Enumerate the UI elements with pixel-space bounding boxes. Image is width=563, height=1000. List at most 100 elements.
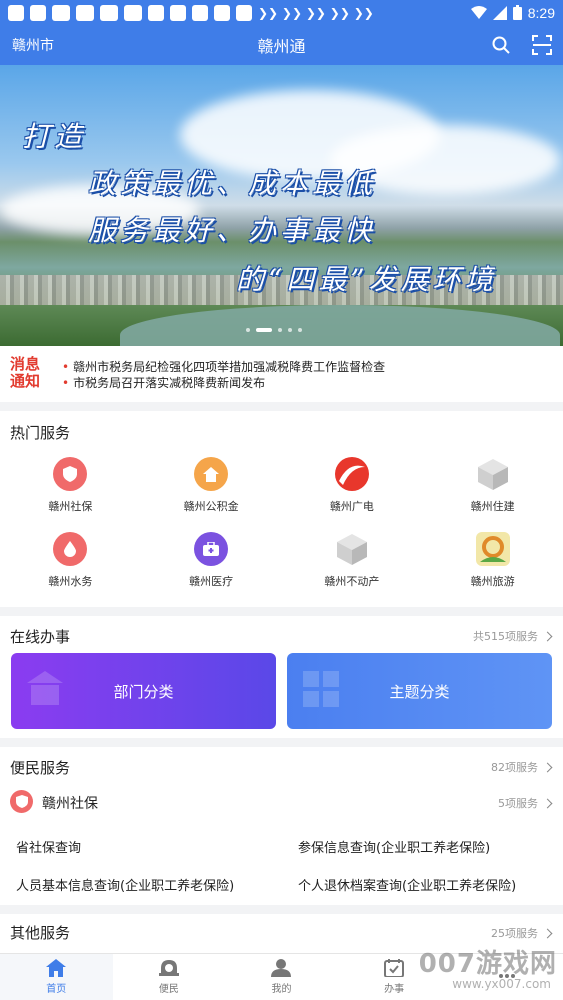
cube-icon — [335, 532, 369, 566]
app-notification-icon — [170, 4, 186, 21]
medical-kit-icon — [194, 532, 229, 566]
home-icon — [46, 959, 67, 977]
carousel-dot[interactable] — [298, 328, 302, 332]
service-item[interactable]: 人员基本信息查询(企业职工养老保险) — [0, 865, 282, 903]
river-shape — [120, 305, 560, 346]
service-item-list: 省社保查询 参保信息查询(企业职工养老保险) 人员基本信息查询(企业职工养老保险… — [0, 827, 563, 903]
chevron-right-icon — [542, 798, 553, 808]
banner-slogan-line: 政策最优、成本最低 — [88, 167, 377, 200]
notification-icons: ❯❯ ❯❯ ❯❯ ❯❯ ❯❯ — [8, 4, 374, 21]
chevron-right-icon — [542, 631, 553, 641]
news-ticker[interactable]: 消息 通知 赣州市税务局纪检强化四项举措加强减税降费工作监督检查 市税务局召开落… — [0, 346, 563, 402]
wifi-icon — [470, 5, 487, 19]
app-notification-icon — [52, 4, 70, 21]
watermark-url: www.yx007.com — [452, 977, 551, 991]
building-icon — [27, 671, 63, 705]
service-tile[interactable]: 赣州住建 — [422, 453, 563, 528]
service-label: 赣州公积金 — [183, 500, 239, 513]
service-tile[interactable]: 赣州水务 — [0, 528, 141, 603]
watermark: 007游戏网 — [418, 949, 557, 979]
service-label: 赣州不动产 — [324, 575, 380, 588]
carousel-dot[interactable] — [246, 328, 250, 332]
travel-logo-icon — [475, 532, 510, 566]
service-item[interactable]: 参保信息查询(企业职工养老保险) — [282, 827, 563, 865]
banner-carousel[interactable]: 打造 政策最优、成本最低 服务最好、办事最快 的“四最”发展环境 — [0, 65, 563, 346]
house-icon — [194, 457, 229, 491]
section-title: 在线办事 — [10, 628, 71, 646]
section-title: 便民服务 — [10, 759, 71, 777]
calendar-check-icon — [384, 959, 405, 977]
section-more-link[interactable]: 82项服务 — [491, 759, 553, 775]
clock-time: 8:29 — [527, 4, 555, 21]
service-label: 赣州水务 — [48, 575, 93, 588]
app-header: 赣州市 赣州通 — [0, 25, 563, 65]
section-title: 其他服务 — [10, 924, 71, 942]
broadcast-logo-icon — [334, 457, 369, 491]
section-more-link[interactable]: 共515项服务 — [473, 628, 553, 644]
service-tile[interactable]: 赣州旅游 — [422, 528, 563, 603]
service-label: 赣州广电 — [329, 500, 374, 513]
app-notification-icon — [214, 4, 230, 21]
carousel-dot[interactable] — [288, 328, 292, 332]
water-drop-icon — [53, 532, 88, 566]
online-services-section: 在线办事 共515项服务 部门分类 主题分类 — [0, 616, 563, 738]
search-icon[interactable] — [491, 35, 511, 55]
carousel-indicator — [246, 328, 302, 332]
scan-icon[interactable] — [532, 35, 552, 55]
app-notification-icon — [30, 4, 46, 21]
news-item[interactable]: 赣州市税务局纪检强化四项举措加强减税降费工作监督检查 — [62, 359, 385, 375]
chevron-right-icon — [542, 928, 553, 938]
topic-category-button[interactable]: 主题分类 — [287, 653, 552, 729]
banner-slogan-line: 打造 — [22, 120, 87, 153]
section-more-link[interactable]: 25项服务 — [491, 925, 553, 941]
service-label: 赣州社保 — [48, 500, 93, 513]
department-category-button[interactable]: 部门分类 — [11, 653, 276, 729]
app-notification-icon — [76, 4, 94, 21]
service-tile[interactable]: 赣州不动产 — [282, 528, 423, 603]
app-notification-icon — [148, 4, 164, 21]
service-label: 赣州医疗 — [189, 575, 234, 588]
news-item[interactable]: 市税务局召开落实减税降费新闻发布 — [62, 375, 385, 391]
app-notification-icon — [100, 4, 118, 21]
service-item[interactable]: 省社保查询 — [0, 827, 282, 865]
page-title: 赣州通 — [257, 37, 306, 56]
convenience-services-section: 便民服务 82项服务 赣州社保 5项服务 省社保查询 参保信息查询(企业职工养老… — [0, 747, 563, 905]
service-label: 赣州住建 — [470, 500, 515, 513]
service-person-icon — [158, 960, 179, 976]
subsection-title: 赣州社保 — [42, 796, 98, 812]
news-logo: 消息 通知 — [10, 355, 41, 390]
app-notification-icon — [124, 4, 142, 21]
shield-icon — [10, 790, 33, 813]
signal-icon — [492, 5, 507, 20]
app-notification-icon — [8, 4, 24, 21]
tab-mine[interactable]: 我的 — [225, 954, 338, 1000]
banner-slogan-line: 的“四最”发展环境 — [236, 263, 497, 296]
tab-convenience[interactable]: 便民 — [113, 954, 226, 1000]
city-selector[interactable]: 赣州市 — [12, 35, 54, 55]
banner-slogan-line: 服务最好、办事最快 — [88, 214, 377, 247]
chevron-right-icon — [542, 762, 553, 772]
app-notification-icon — [236, 4, 252, 21]
carousel-dot[interactable] — [256, 328, 272, 332]
service-tile[interactable]: 赣州医疗 — [141, 528, 282, 603]
tab-home[interactable]: 首页 — [0, 954, 113, 1000]
carousel-dot[interactable] — [278, 328, 282, 332]
service-tile[interactable]: 赣州广电 — [282, 453, 423, 528]
service-label: 赣州旅游 — [470, 575, 515, 588]
cube-icon — [476, 457, 510, 491]
service-item[interactable]: 个人退休档案查询(企业职工养老保险) — [282, 865, 563, 903]
user-icon — [271, 959, 292, 977]
service-tile[interactable]: 赣州社保 — [0, 453, 141, 528]
service-grid: 赣州社保 赣州公积金 赣州广电 赣州住建赣州水务 赣州医疗 赣州不动产 赣州旅游 — [0, 453, 563, 603]
bird-notification-icon: ❯❯ ❯❯ ❯❯ ❯❯ ❯❯ — [258, 5, 374, 20]
service-tile[interactable]: 赣州公积金 — [141, 453, 282, 528]
status-bar: ❯❯ ❯❯ ❯❯ ❯❯ ❯❯ 8:29 — [0, 0, 563, 25]
grid-icon — [303, 671, 339, 707]
subsection-more-link[interactable]: 5项服务 — [498, 795, 553, 811]
battery-icon — [512, 5, 522, 20]
app-notification-icon — [192, 4, 208, 21]
news-list: 赣州市税务局纪检强化四项举措加强减税降费工作监督检查 市税务局召开落实减税降费新… — [62, 359, 385, 391]
hot-services-section: 热门服务 赣州社保 赣州公积金 赣州广电 赣州住建赣州水务 赣州医疗 赣州不动产 赣州旅游 — [0, 411, 563, 607]
section-title: 热门服务 — [10, 424, 71, 442]
shield-icon — [53, 457, 88, 491]
